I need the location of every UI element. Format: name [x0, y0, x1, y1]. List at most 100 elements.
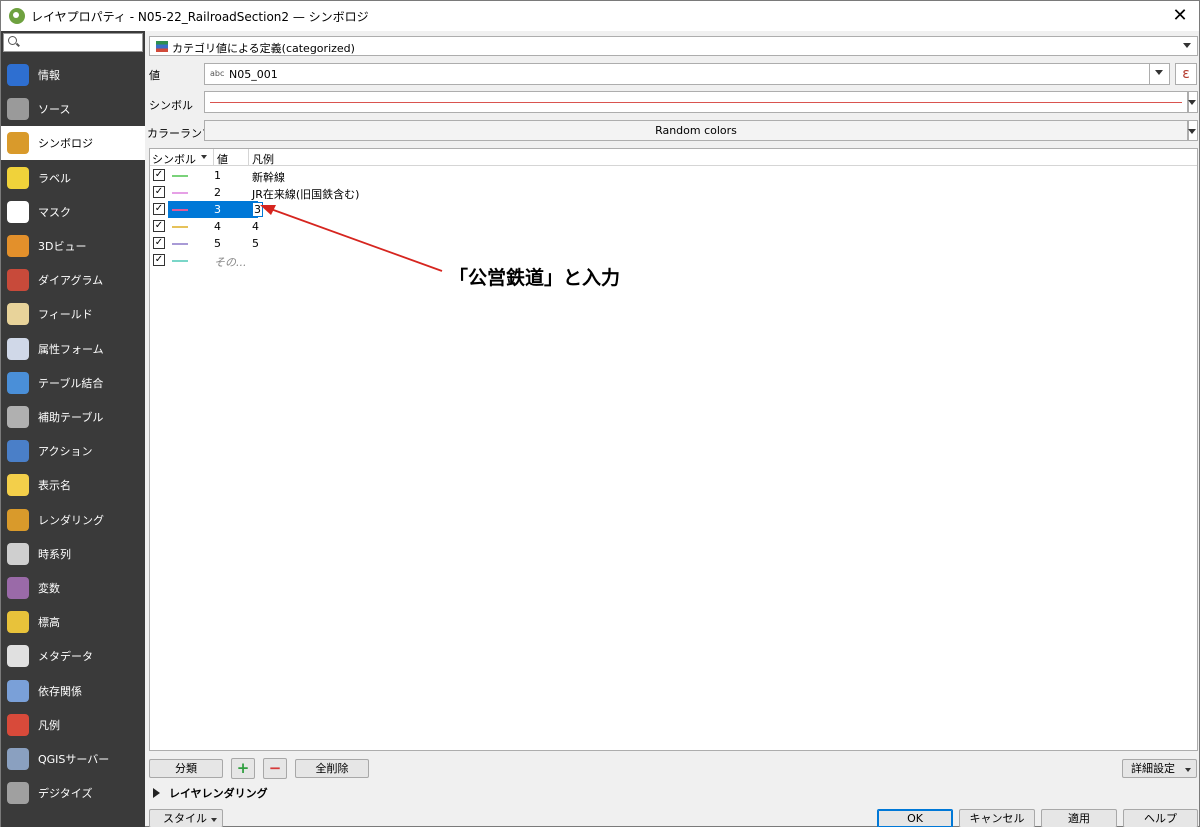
- category-checkbox[interactable]: ✓: [153, 237, 165, 249]
- value-field-combobox[interactable]: abc N05_001: [204, 63, 1170, 85]
- sidebar-item-auxiliary-storage[interactable]: 補助テーブル: [1, 400, 145, 434]
- renderer-value: カテゴリ値による定義(categorized): [172, 42, 355, 55]
- symbol-swatch-icon[interactable]: [172, 260, 188, 262]
- sidebar-item-symbology[interactable]: シンボロジ: [1, 126, 145, 161]
- legend-column-header[interactable]: 凡例: [248, 149, 274, 166]
- advanced-button[interactable]: 詳細設定: [1122, 759, 1197, 778]
- sidebar-item-label: 3Dビュー: [38, 240, 87, 253]
- sidebar-item-label: 表示名: [38, 479, 71, 493]
- variables-icon: [7, 577, 29, 599]
- table-row[interactable]: ✓ 1 新幹線: [150, 167, 1197, 184]
- symbol-button[interactable]: [204, 91, 1188, 113]
- category-checkbox[interactable]: ✓: [153, 169, 165, 181]
- symbol-swatch-icon[interactable]: [172, 243, 188, 245]
- category-legend: JR在来線(旧国鉄含む): [252, 188, 360, 201]
- qgis-logo-icon: [9, 8, 25, 24]
- sidebar-search-input[interactable]: [3, 33, 143, 52]
- chevron-down-icon: [1185, 768, 1191, 772]
- expand-arrow-icon[interactable]: [153, 788, 160, 798]
- sidebar-item-qgis-server[interactable]: QGISサーバー: [1, 742, 145, 776]
- apply-button[interactable]: 適用: [1041, 809, 1117, 827]
- style-button[interactable]: スタイル: [149, 809, 223, 827]
- sidebar-item-label: 補助テーブル: [38, 411, 104, 424]
- sidebar-item-metadata[interactable]: メタデータ: [1, 639, 145, 673]
- sidebar-item-label: 変数: [38, 582, 60, 595]
- color-ramp-button[interactable]: Random colors: [204, 120, 1188, 141]
- sidebar-item-rendering[interactable]: レンダリング: [1, 503, 145, 537]
- symbol-swatch-icon[interactable]: [172, 192, 188, 194]
- 3d-view-icon: [7, 235, 29, 257]
- symbology-icon: [7, 132, 29, 155]
- sidebar-item-legend[interactable]: 凡例: [1, 708, 145, 742]
- sidebar-item-fields[interactable]: フィールド: [1, 297, 145, 331]
- symbol-column-header[interactable]: シンボル: [152, 151, 196, 167]
- add-category-button[interactable]: +: [231, 758, 255, 779]
- joins-icon: [7, 371, 29, 394]
- sidebar-item-mask[interactable]: マスク: [1, 195, 145, 229]
- sidebar: 情報ソース シンボロジ ラベル マスク 3Dビューダイアグラムフィールド属性フォームテー…: [1, 31, 145, 827]
- cancel-button[interactable]: キャンセル: [959, 809, 1035, 827]
- title-bar: レイヤプロパティ - N05-22_RailroadSection2 — シンボ…: [1, 1, 1199, 31]
- value-dropdown-button[interactable]: [1149, 64, 1169, 84]
- close-icon[interactable]: ✕: [1169, 5, 1191, 27]
- category-value: 4: [214, 220, 221, 233]
- chevron-down-icon: [1188, 100, 1196, 105]
- symbol-swatch-icon[interactable]: [172, 226, 188, 228]
- classify-button[interactable]: 分類: [149, 759, 223, 778]
- sidebar-item-joins[interactable]: テーブル結合: [1, 366, 145, 400]
- delete-all-button[interactable]: 全削除: [295, 759, 369, 778]
- sidebar-item-attribute-form[interactable]: 属性フォーム: [1, 332, 145, 366]
- sidebar-item-3d-view[interactable]: 3Dビュー: [1, 229, 145, 263]
- category-checkbox[interactable]: ✓: [153, 203, 165, 215]
- sidebar-item-variables[interactable]: 変数: [1, 571, 145, 605]
- sidebar-item-info[interactable]: 情報: [1, 58, 145, 92]
- sidebar-item-actions[interactable]: アクション: [1, 434, 145, 468]
- symbol-preview-line: [210, 102, 1182, 103]
- sidebar-item-label: 依存関係: [38, 684, 82, 698]
- categorized-icon: [156, 41, 168, 52]
- sidebar-item-elevation[interactable]: 標高: [1, 605, 145, 639]
- table-row[interactable]: ✓ 2 JR在来線(旧国鉄含む): [150, 184, 1197, 201]
- category-checkbox[interactable]: ✓: [153, 220, 165, 232]
- sidebar-item-temporal[interactable]: 時系列: [1, 537, 145, 571]
- symbol-swatch-icon[interactable]: [172, 209, 188, 211]
- sidebar-item-label: 属性フォーム: [38, 342, 104, 356]
- color-ramp-dropdown-button[interactable]: [1188, 120, 1198, 141]
- sidebar-item-digitizing[interactable]: デジタイズ: [1, 776, 145, 810]
- sidebar-item-label: 凡例: [38, 718, 60, 732]
- sidebar-item-display[interactable]: 表示名: [1, 468, 145, 502]
- remove-category-button[interactable]: −: [263, 758, 287, 779]
- category-value: 1: [214, 169, 221, 182]
- sidebar-item-label: 情報: [38, 69, 60, 82]
- expression-button[interactable]: ε: [1175, 63, 1197, 85]
- info-icon: [7, 64, 29, 86]
- sidebar-item-diagram[interactable]: ダイアグラム: [1, 263, 145, 297]
- sidebar-item-label: フィールド: [38, 308, 93, 322]
- renderer-dropdown[interactable]: カテゴリ値による定義(categorized): [149, 36, 1198, 56]
- ok-button[interactable]: OK: [877, 809, 953, 827]
- table-header: シンボル 値 凡例: [150, 149, 1197, 166]
- display-icon: [7, 474, 29, 497]
- category-checkbox[interactable]: ✓: [153, 186, 165, 198]
- sidebar-item-label: 時系列: [38, 547, 71, 561]
- source-icon: [7, 98, 29, 121]
- layer-rendering-section[interactable]: レイヤレンダリング: [169, 785, 268, 801]
- sidebar-item-labels[interactable]: ラベル: [1, 161, 145, 195]
- sidebar-item-source[interactable]: ソース: [1, 92, 145, 126]
- elevation-icon: [7, 611, 29, 634]
- value-column-header[interactable]: 値: [213, 149, 228, 166]
- category-checkbox[interactable]: ✓: [153, 254, 165, 266]
- category-legend: 新幹線: [252, 171, 285, 184]
- dependencies-icon: [7, 679, 29, 702]
- style-button-label: スタイル: [163, 812, 207, 825]
- symbol-swatch-icon[interactable]: [172, 175, 188, 177]
- sidebar-item-dependencies[interactable]: 依存関係: [1, 674, 145, 708]
- window-title: レイヤプロパティ - N05-22_RailroadSection2 — シンボ…: [31, 9, 369, 24]
- temporal-icon: [7, 542, 29, 565]
- labels-icon: [7, 166, 29, 189]
- layer-properties-window: レイヤプロパティ - N05-22_RailroadSection2 — シンボ…: [0, 0, 1200, 827]
- help-button[interactable]: ヘルプ: [1123, 809, 1198, 827]
- rendering-icon: [7, 508, 29, 531]
- string-type-icon: abc: [210, 69, 225, 78]
- symbol-dropdown-button[interactable]: [1188, 91, 1198, 113]
